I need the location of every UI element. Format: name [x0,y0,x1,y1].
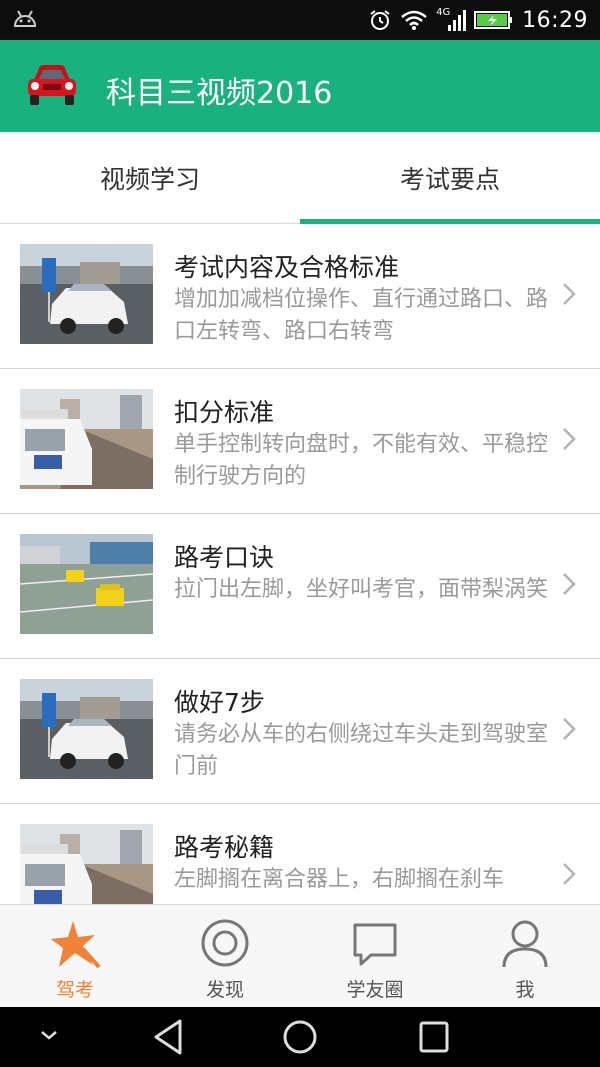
list-item[interactable]: 考试内容及合格标准 增加加减档位操作、直行通过路口、路口左转弯、路口右转弯 [0,224,600,369]
list-item[interactable]: 路考秘籍 左脚搁在离合器上，右脚搁在刹车 [0,804,600,904]
nav-item-discover[interactable]: 发现 [150,905,300,1008]
nav-label: 驾考 [55,979,94,1001]
item-title: 扣分标准 [174,398,275,427]
clock: 16:29 [522,7,588,33]
chevron-right-icon [563,718,576,740]
item-description: 单手控制转向盘时，不能有效、平稳控制行驶方向的 [174,432,549,489]
item-description: 左脚搁在离合器上，右脚搁在刹车 [174,867,505,892]
item-title: 做好7步 [174,688,265,717]
target-icon [201,919,249,967]
chevron-right-icon [563,573,576,595]
thumbnail-image [20,824,153,904]
chat-bubble-icon [353,923,397,966]
nav-label: 学友圈 [346,979,404,1001]
battery-charging-icon [474,11,513,29]
tab-video-learning[interactable]: 视频学习 [0,132,300,224]
list-item[interactable]: 路考口诀 拉门出左脚，坐好叫考官，面带梨涡笑 [0,514,600,659]
thumbnail-image [20,389,153,489]
status-bar: 4G 16:29 [0,0,600,40]
nav-item-exam[interactable]: 驾考 [0,905,150,1008]
tab-bar: 视频学习 考试要点 [0,132,600,225]
item-description: 请务必从车的右侧绕过车头走到驾驶室门前 [174,722,549,779]
item-title: 路考秘籍 [174,833,275,862]
app-title: 科目三视频2016 [106,76,333,111]
item-description: 拉门出左脚，坐好叫考官，面带梨涡笑 [174,577,549,602]
tab-label: 视频学习 [99,165,200,194]
chevron-down-icon[interactable] [38,1027,60,1043]
android-icon [13,10,37,27]
nav-label: 发现 [205,979,244,1001]
thumbnail-image [20,679,153,779]
nav-label: 我 [515,979,535,1001]
system-nav-bar [0,1007,600,1067]
recents-icon[interactable] [416,1017,452,1057]
alarm-icon [370,10,390,30]
item-title: 路考口诀 [174,543,275,572]
chevron-right-icon [563,428,576,450]
app-bar: 科目三视频2016 [0,40,600,132]
star-icon [51,921,101,969]
tab-exam-points[interactable]: 考试要点 [300,132,600,225]
red-car-icon [28,65,76,105]
item-title: 考试内容及合格标准 [174,253,400,282]
list-item[interactable]: 做好7步 请务必从车的右侧绕过车头走到驾驶室门前 [0,659,600,804]
nav-item-me[interactable]: 我 [450,905,600,1008]
nav-item-friends[interactable]: 学友圈 [300,905,450,1008]
wifi-icon [401,10,427,30]
item-description: 增加加减档位操作、直行通过路口、路口左转弯、路口右转弯 [174,287,549,344]
home-icon[interactable] [281,1017,319,1057]
exam-points-list: 考试内容及合格标准 增加加减档位操作、直行通过路口、路口左转弯、路口右转弯 扣分… [0,224,600,904]
bottom-nav: 驾考 发现 学友圈 我 [0,904,600,1007]
signal-icon [448,10,467,31]
chevron-right-icon [563,283,576,305]
list-item[interactable]: 扣分标准 单手控制转向盘时，不能有效、平稳控制行驶方向的 [0,369,600,514]
thumbnail-image [20,244,153,344]
tab-label: 考试要点 [399,165,500,194]
person-icon [502,920,548,968]
chevron-right-icon [563,863,576,885]
thumbnail-image [20,534,153,634]
back-icon[interactable] [150,1017,186,1057]
